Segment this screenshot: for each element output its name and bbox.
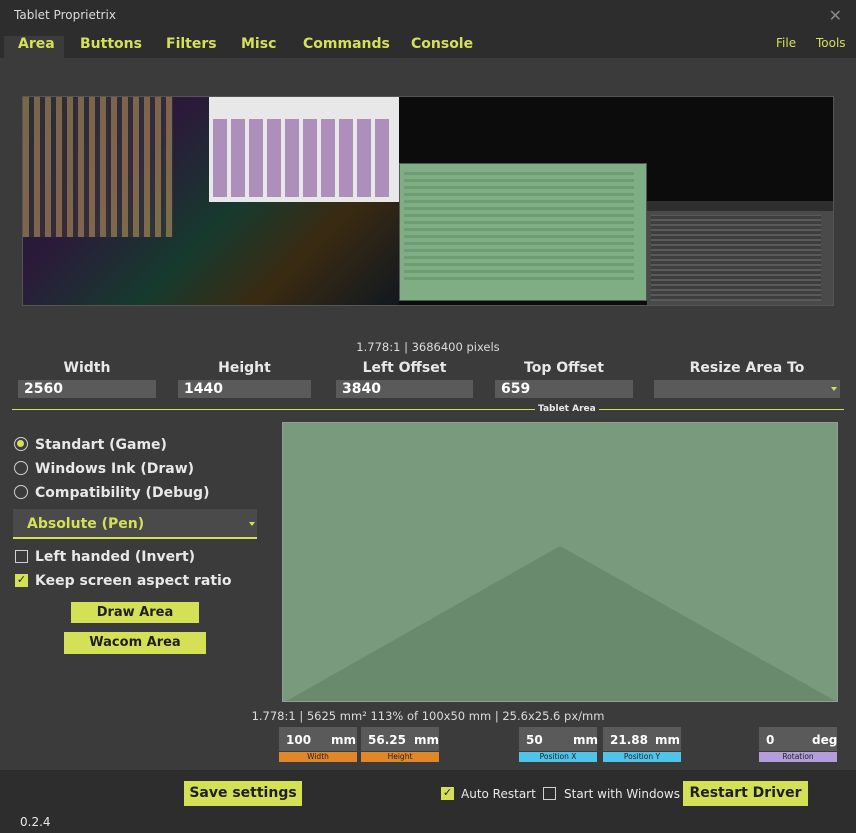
tablet-area-preview[interactable] [282, 422, 838, 702]
radio-compatibility[interactable] [14, 485, 28, 499]
wacom-area-button[interactable]: Wacom Area [64, 632, 206, 654]
tab-commands[interactable]: Commands [303, 36, 390, 52]
left-handed-checkbox[interactable] [15, 550, 28, 563]
tablet-height-value: 56.25 [368, 733, 406, 747]
tablet-width-tag: Width [279, 752, 357, 762]
tablet-height-unit: mm [414, 733, 440, 747]
screen-height-input[interactable]: 1440 [178, 380, 311, 398]
radio-label-compatibility[interactable]: Compatibility (Debug) [35, 485, 209, 501]
rotation-input[interactable]: 0 deg [759, 727, 837, 751]
tab-area[interactable]: Area [18, 36, 55, 52]
version-label: 0.2.4 [20, 815, 51, 829]
close-icon[interactable]: ✕ [829, 6, 842, 25]
width-label: Width [63, 360, 111, 376]
tablet-info-caption: 1.778:1 | 5625 mm² 113% of 100x50 mm | 2… [251, 709, 605, 723]
position-x-input[interactable]: 50 mm [519, 727, 599, 751]
radio-standart-game[interactable] [14, 437, 28, 451]
monitor-3-preview [647, 201, 833, 305]
tablet-width-value: 100 [286, 733, 312, 747]
height-label: Height [218, 360, 271, 376]
radio-windows-ink[interactable] [14, 461, 28, 475]
tablet-height-input[interactable]: 56.25 mm [361, 727, 439, 751]
position-y-value: 21.88 [610, 733, 648, 747]
chevron-down-icon [249, 522, 255, 526]
rotation-value: 0 [766, 733, 775, 747]
position-y-tag: Position Y [603, 752, 681, 762]
output-mode-dropdown[interactable]: Absolute (Pen) [13, 509, 257, 539]
monitor-2-preview-selected [399, 163, 647, 301]
save-settings-button[interactable]: Save settings [184, 781, 302, 806]
radio-label-windows-ink[interactable]: Windows Ink (Draw) [35, 461, 194, 477]
menu-file[interactable]: File [776, 36, 796, 50]
position-x-value: 50 [526, 733, 543, 747]
screen-width-input[interactable]: 2560 [18, 380, 156, 398]
auto-restart-checkbox[interactable]: ✓ [441, 787, 454, 800]
title-bar [0, 0, 856, 30]
rotation-tag: Rotation [759, 752, 837, 762]
draw-area-button[interactable]: Draw Area [71, 602, 199, 623]
auto-restart-label[interactable]: Auto Restart [461, 787, 536, 801]
resize-area-label: Resize Area To [689, 360, 805, 376]
chevron-down-icon [831, 387, 837, 391]
rotation-unit: deg [812, 733, 838, 747]
radio-label-standart-game[interactable]: Standart (Game) [35, 437, 167, 453]
tab-filters[interactable]: Filters [166, 36, 217, 52]
tablet-active-area [286, 546, 836, 701]
left-offset-label: Left Offset [362, 360, 447, 376]
screen-area-preview[interactable] [22, 96, 834, 306]
tablet-area-section-label: Tablet Area [535, 404, 599, 414]
position-x-unit: mm [573, 733, 599, 747]
tablet-width-unit: mm [331, 733, 357, 747]
position-y-unit: mm [655, 733, 681, 747]
menu-tools[interactable]: Tools [816, 36, 846, 50]
screen-info-caption: 1.778:1 | 3686400 pixels [356, 340, 500, 354]
position-y-input[interactable]: 21.88 mm [603, 727, 681, 751]
top-offset-input[interactable]: 659 [495, 380, 633, 398]
tablet-width-input[interactable]: 100 mm [279, 727, 357, 751]
tab-buttons[interactable]: Buttons [80, 36, 142, 52]
position-x-tag: Position X [519, 752, 597, 762]
window-title: Tablet Proprietrix [14, 8, 116, 22]
tab-misc[interactable]: Misc [241, 36, 276, 52]
keep-aspect-label[interactable]: Keep screen aspect ratio [35, 573, 231, 589]
top-offset-label: Top Offset [524, 360, 604, 376]
resize-area-dropdown[interactable] [654, 380, 840, 398]
keep-aspect-checkbox[interactable]: ✓ [15, 574, 28, 587]
tablet-area-divider [12, 409, 844, 410]
left-offset-input[interactable]: 3840 [336, 380, 473, 398]
monitor-1-preview [23, 97, 399, 305]
tab-console[interactable]: Console [411, 36, 473, 52]
start-with-windows-checkbox[interactable] [543, 787, 556, 800]
restart-driver-button[interactable]: Restart Driver [683, 781, 808, 806]
start-with-windows-label[interactable]: Start with Windows [564, 787, 680, 801]
left-handed-label[interactable]: Left handed (Invert) [35, 549, 195, 565]
tablet-height-tag: Height [361, 752, 439, 762]
